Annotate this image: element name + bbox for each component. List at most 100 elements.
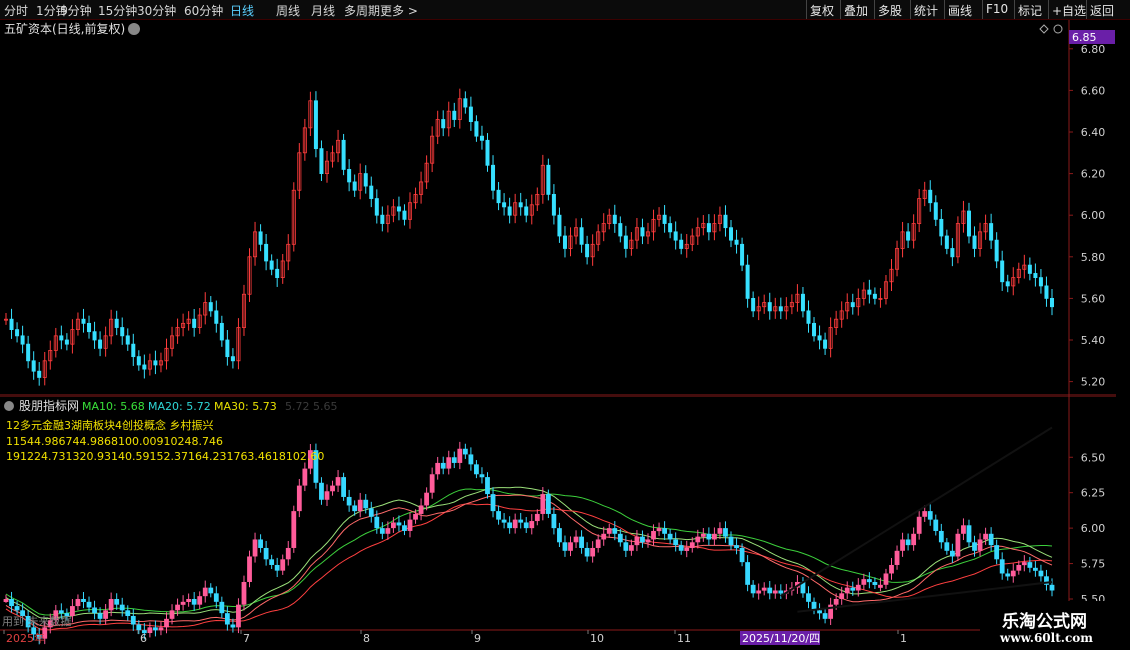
- main-candle-body: [142, 364, 147, 370]
- sub-candle-body: [1049, 584, 1055, 591]
- sub-candle-body: [97, 613, 103, 619]
- main-candle-body: [347, 169, 352, 183]
- main-candle-body: [745, 264, 750, 299]
- ma-label-1: MA20: 5.72: [148, 400, 211, 413]
- ma-label-0: MA10: 5.68: [82, 400, 145, 413]
- main-candle-body: [269, 260, 274, 270]
- sub-y-tick-label: 6.00: [1081, 522, 1106, 535]
- sub-candle-body: [263, 547, 269, 560]
- sub-candle-body: [258, 539, 263, 548]
- main-y-tick-label: 6.60: [1081, 84, 1106, 97]
- period-tab-7[interactable]: 周线: [276, 2, 300, 19]
- bottom-left-note: 用到 未来数据: [2, 614, 72, 628]
- main-candle-body: [20, 335, 25, 345]
- toolbar-button-1[interactable]: 叠加: [844, 2, 868, 19]
- main-candle-body: [872, 293, 877, 299]
- sub-candle-body: [330, 485, 335, 492]
- toolbar-button-5[interactable]: F10: [986, 2, 1008, 16]
- sub-y-tick-label: 6.25: [1081, 487, 1106, 500]
- collapse-toggle-icon[interactable]: [128, 23, 140, 35]
- sub-candle-body: [213, 593, 219, 602]
- sub-candle-body: [855, 584, 861, 591]
- sub-candle-body: [590, 547, 596, 557]
- diamond-marker-icon[interactable]: [1039, 24, 1049, 34]
- period-tab-2[interactable]: 5分钟: [60, 2, 92, 19]
- indicator-toggle-icon[interactable]: [4, 401, 14, 411]
- sub-candle-body: [1010, 570, 1016, 577]
- ma-label-2: MA30: 5.73: [214, 400, 277, 413]
- sub-candle-body: [723, 528, 728, 537]
- sub-candle-body: [9, 598, 14, 607]
- main-candle-body: [906, 231, 911, 241]
- sub-candle-body: [523, 522, 529, 529]
- sub-candle-body: [999, 559, 1005, 574]
- sub-candle-body: [656, 528, 662, 532]
- sub-candle-body: [1038, 570, 1044, 577]
- main-candle-body: [723, 214, 728, 229]
- sub-candle-body: [302, 468, 308, 486]
- sub-candle-body: [911, 533, 917, 546]
- toolbar-button-7[interactable]: +自选: [1052, 2, 1086, 19]
- sub-candle-body: [468, 454, 474, 465]
- x-axis-label: 9: [474, 632, 481, 645]
- toolbar-button-4[interactable]: 画线: [948, 2, 972, 19]
- watermark-badge: 乐淘公式网 www.60lt.com: [980, 601, 1130, 650]
- sub-candle-body: [518, 519, 524, 523]
- sub-candle-body: [119, 604, 125, 611]
- sub-candle-body: [966, 525, 972, 543]
- main-y-tick-label: 5.60: [1081, 292, 1106, 305]
- sub-candle-body: [208, 587, 214, 594]
- sub-candle-body: [1032, 567, 1038, 571]
- period-tab-9[interactable]: 多周期: [344, 2, 380, 19]
- sub-y-tick-label: 6.50: [1081, 451, 1106, 464]
- main-candle-body: [850, 302, 855, 308]
- sub-candle-body: [474, 464, 479, 475]
- sub-candle-body: [496, 511, 501, 520]
- settings-circle-icon[interactable]: [1053, 24, 1063, 34]
- sub-candle-body: [612, 528, 618, 534]
- watermark-title: 乐淘公式网: [1002, 612, 1087, 632]
- period-tab-5[interactable]: 60分钟: [184, 2, 223, 19]
- period-tab-4[interactable]: 30分钟: [137, 2, 176, 19]
- sub-candle-body: [551, 513, 557, 529]
- period-tab-6[interactable]: 日线: [230, 2, 254, 19]
- main-y-tick-label: 6.40: [1081, 126, 1106, 139]
- period-tab-10[interactable]: 更多 >: [380, 2, 418, 19]
- indicator-sub-chart[interactable]: 6.506.256.005.755.50股朋指标网 MA10: 5.68 MA20:…: [0, 396, 1130, 650]
- main-candle-body: [618, 223, 623, 237]
- sub-candle-body: [335, 477, 341, 486]
- sub-candle-body: [435, 462, 441, 475]
- sub-candle-body: [817, 610, 822, 614]
- sub-candle-body: [368, 508, 374, 517]
- toolbar-button-2[interactable]: 多股: [878, 2, 902, 19]
- period-tab-8[interactable]: 月线: [311, 2, 335, 19]
- sub-candle-body: [844, 587, 850, 594]
- info-line-1: 12多元金融3湖南板块4创投概念 乡村振兴: [6, 418, 214, 432]
- main-candle-body: [751, 297, 756, 312]
- main-candlestick-chart[interactable]: 6.80 6.60 6.40 6.20 6.00 5.80 5.60 5.40 5.20 五矿资本…: [0, 20, 1130, 396]
- main-candle-body: [507, 206, 512, 216]
- sub-candle-body: [202, 587, 208, 597]
- sub-candle-body: [878, 584, 883, 588]
- main-candle-body: [1027, 264, 1032, 274]
- sub-candle-body: [346, 496, 352, 506]
- sub-candle-body: [501, 519, 507, 523]
- watermark-url: www.60lt.com: [1000, 631, 1093, 645]
- sub-candle-body: [424, 492, 430, 506]
- toolbar-button-8[interactable]: 返回: [1090, 2, 1114, 19]
- period-tab-3[interactable]: 15分钟: [98, 2, 137, 19]
- main-candle-body: [369, 185, 374, 199]
- sub-candle-body: [114, 598, 120, 605]
- main-chart-title: 五矿资本(日线,前复权): [4, 21, 125, 36]
- sub-candle-body: [130, 616, 136, 625]
- main-candle-body: [767, 302, 772, 312]
- toolbar-button-3[interactable]: 统计: [914, 2, 938, 19]
- sub-candle-body: [169, 610, 175, 619]
- main-candle-body: [812, 322, 817, 337]
- main-candle-body: [1038, 277, 1043, 287]
- toolbar-button-0[interactable]: 复权: [810, 2, 834, 19]
- toolbar-button-6[interactable]: 标记: [1018, 2, 1042, 19]
- period-tab-0[interactable]: 分时: [4, 2, 28, 19]
- sub-candle-body: [606, 528, 612, 534]
- main-candle-body: [806, 310, 811, 324]
